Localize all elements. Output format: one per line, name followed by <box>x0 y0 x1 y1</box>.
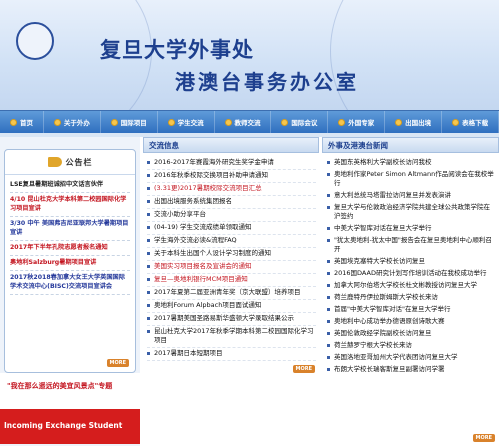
list-item[interactable]: 复旦—奥地利银行MCM项目通知 <box>147 274 316 287</box>
page: 复旦大学外事处 港澳台事务办公室 首页 关于外办 国际项目 学生交流 教师交流 … <box>0 0 499 446</box>
notice-item[interactable]: LSE复旦暑期班诚招中文话言伙伴 <box>10 178 130 193</box>
bullet-icon <box>281 118 289 126</box>
list-item[interactable]: 荷兰鹿特丹伊拉斯姆斯大学校长来访 <box>326 292 496 304</box>
nav-item-about[interactable]: 关于外办 <box>44 111 101 133</box>
list-item[interactable]: 2017暑期日本短期项目 <box>147 348 316 361</box>
list-item[interactable]: 昆山杜克大学2017年秋季学期本科第二校园国际化学习项目 <box>147 326 316 348</box>
notice-more-button[interactable]: MORE <box>106 359 129 367</box>
news-list: 英国东英格利大学副校长访问我校 奥地利作家Peter Simon Altmann… <box>322 153 499 376</box>
notice-item[interactable]: 奥地利Salzburg暑期项目宣讲 <box>10 256 130 271</box>
list-item[interactable]: 意大利总统马塔雷拉访问复旦并发表演讲 <box>326 190 496 202</box>
list-item[interactable]: 英国东英格利大学副校长访问我校 <box>326 157 496 169</box>
exchange-info-more-button[interactable]: MORE <box>292 365 315 373</box>
nav-label: 外国专家 <box>348 119 375 127</box>
megaphone-icon <box>47 157 62 167</box>
list-item[interactable]: 学生海外交流必读&流程FAQ <box>147 235 316 248</box>
special-topic-panel: "我在那么遥远的美宜风景点"专题 <box>0 373 140 413</box>
exchange-info-header: 交流信息 <box>143 137 319 153</box>
list-item[interactable]: 奥地利中心成功举办德语原创诗歌大赛 <box>326 316 496 328</box>
nav-item-downloads[interactable]: 表格下载 <box>442 111 499 133</box>
list-item[interactable]: 交流小助分享平台 <box>147 209 316 222</box>
university-logo <box>16 22 54 60</box>
notice-item[interactable]: 3/30 中午 美国弗吉尼亚联邦大学暑期项目宣讲 <box>10 217 130 241</box>
bullet-icon <box>452 118 460 126</box>
list-item[interactable]: 英国洛地亚哥加州大学代表团访问复旦大学 <box>326 352 496 364</box>
nav-item-programs[interactable]: 国际项目 <box>101 111 158 133</box>
notice-list: LSE复旦暑期班诚招中文话言伙伴 4/10 昆山杜克大学本科第二校园国际化学习项… <box>5 175 135 295</box>
nav-label: 国际会议 <box>291 119 318 127</box>
bullet-icon <box>9 118 17 126</box>
notice-board: 公告栏 LSE复旦暑期班诚招中文话言伙伴 4/10 昆山杜克大学本科第二校园国际… <box>4 149 136 373</box>
nav-item-foreign-experts[interactable]: 外国专家 <box>328 111 386 133</box>
list-item[interactable]: 2017暑期美国圣路易斯华盛顿大学录取结果公示 <box>147 313 316 326</box>
nav-label: 表格下载 <box>462 119 489 127</box>
list-item[interactable]: 荷兰赫罗宁根大学校长来访 <box>326 340 496 352</box>
notice-title: 公告栏 <box>65 157 93 167</box>
news-header: 外事及港澳台新闻 <box>322 137 499 153</box>
news-column: 外事及港澳台新闻 英国东英格利大学副校长访问我校 奥地利作家Peter Simo… <box>322 137 499 446</box>
list-item[interactable]: 加拿大阿尔伯塔大学校长杜文彬教授访问复旦大学 <box>326 280 496 292</box>
list-item[interactable]: 布朗大学校长瑞客斯复旦副署访问学署 <box>326 364 496 376</box>
nav-label: 关于外办 <box>63 119 90 127</box>
nav-label: 教师交流 <box>234 119 261 127</box>
bullet-icon <box>53 118 61 126</box>
notice-header: 公告栏 <box>5 150 135 175</box>
list-item[interactable]: 中美大学智库对话在复旦大学举行 <box>326 223 496 235</box>
list-item[interactable]: (3.31更)2017暑期校际交流项目汇总 <box>147 183 316 196</box>
banner-subtitle: 港澳台事务办公室 <box>175 70 359 94</box>
main-nav: 首页 关于外办 国际项目 学生交流 教师交流 国际会议 外国专家 出国出境 表格… <box>0 110 499 134</box>
list-item[interactable]: 奥地利Forum Alpbach项目面试通知 <box>147 300 316 313</box>
list-item[interactable]: 2016-2017年赛霞海外研究生奖学金申请 <box>147 157 316 170</box>
list-item[interactable]: (04-19) 学生交流成绩单领取通知 <box>147 222 316 235</box>
notice-item[interactable]: 4/10 昆山杜克大学本科第二校园国际化学习项目宣讲 <box>10 193 130 217</box>
left-column: 公告栏 LSE复旦暑期班诚招中文话言伙伴 4/10 昆山杜克大学本科第二校园国际… <box>0 137 140 446</box>
news-more-button[interactable]: MORE <box>472 434 495 442</box>
special-topic-link[interactable]: "我在那么遥远的美宜风景点"专题 <box>7 381 112 391</box>
nav-item-student-exchange[interactable]: 学生交流 <box>158 111 215 133</box>
nav-label: 国际项目 <box>120 119 147 127</box>
header-banner: 复旦大学外事处 港澳台事务办公室 <box>0 0 499 110</box>
banner-title: 复旦大学外事处 <box>100 37 254 62</box>
bullet-icon <box>395 118 403 126</box>
nav-item-faculty-exchange[interactable]: 教师交流 <box>215 111 272 133</box>
exchange-info-list: 2016-2017年赛霞海外研究生奖学金申请 2016年秋季校际交换项目补助申请… <box>143 153 319 361</box>
nav-label: 首页 <box>19 119 33 127</box>
list-item[interactable]: 关于本科生出国个人设计学习制度的通知 <box>147 248 316 261</box>
list-item[interactable]: 复旦大学与伦敦政治经济学院共建全球公共政策学院在沪签约 <box>326 202 496 223</box>
list-item[interactable]: 英国伦敦政经学院副校长访问复旦 <box>326 328 496 340</box>
nav-item-home[interactable]: 首页 <box>0 111 44 133</box>
list-item[interactable]: 2016国DAAD研究计划写作培训活动在我校成功举行 <box>326 268 496 280</box>
bullet-icon <box>224 118 232 126</box>
list-item[interactable]: "犹太奥地利-犹太中国"报告会在复旦奥地利中心顺利召开 <box>326 235 496 256</box>
incoming-exchange-banner[interactable]: Incoming Exchange Student <box>0 409 140 444</box>
list-item[interactable]: 奥地利作家Peter Simon Altmann作品阅读会在我校举行 <box>326 169 496 190</box>
bullet-icon <box>167 118 175 126</box>
nav-label: 出国出境 <box>405 119 432 127</box>
nav-label: 学生交流 <box>177 119 204 127</box>
list-item[interactable]: 英国埃克塞特大学校长访问复旦 <box>326 256 496 268</box>
notice-item[interactable]: 2017秋2018春加拿大女王大学英国国际学术交流中心(BISC)交流项目宣讲会 <box>10 271 130 295</box>
exchange-info-title: 交流信息 <box>149 140 179 150</box>
list-item[interactable]: 出国出境服务系统集团报名 <box>147 196 316 209</box>
exchange-info-column: 交流信息 2016-2017年赛霞海外研究生奖学金申请 2016年秋季校际交换项… <box>143 137 319 446</box>
list-item[interactable]: 2016年秋季校际交换项目补助申请通知 <box>147 170 316 183</box>
list-item[interactable]: 首届"中美大学智库对话"在复旦大学举行 <box>326 304 496 316</box>
nav-item-conferences[interactable]: 国际会议 <box>271 111 329 133</box>
list-item[interactable]: 美国实习项目报名及宣讲会的通知 <box>147 261 316 274</box>
incoming-exchange-label: Incoming Exchange Student <box>4 421 123 430</box>
notice-item[interactable]: 2017年下半年孔院志愿者报名通知 <box>10 241 130 256</box>
bullet-icon <box>110 118 118 126</box>
bullet-icon <box>338 118 346 126</box>
list-item[interactable]: 2017年夏第二届亚洲青年奖（京大联盟）培养项目 <box>147 287 316 300</box>
news-title: 外事及港澳台新闻 <box>328 140 388 150</box>
nav-item-travel[interactable]: 出国出境 <box>385 111 443 133</box>
